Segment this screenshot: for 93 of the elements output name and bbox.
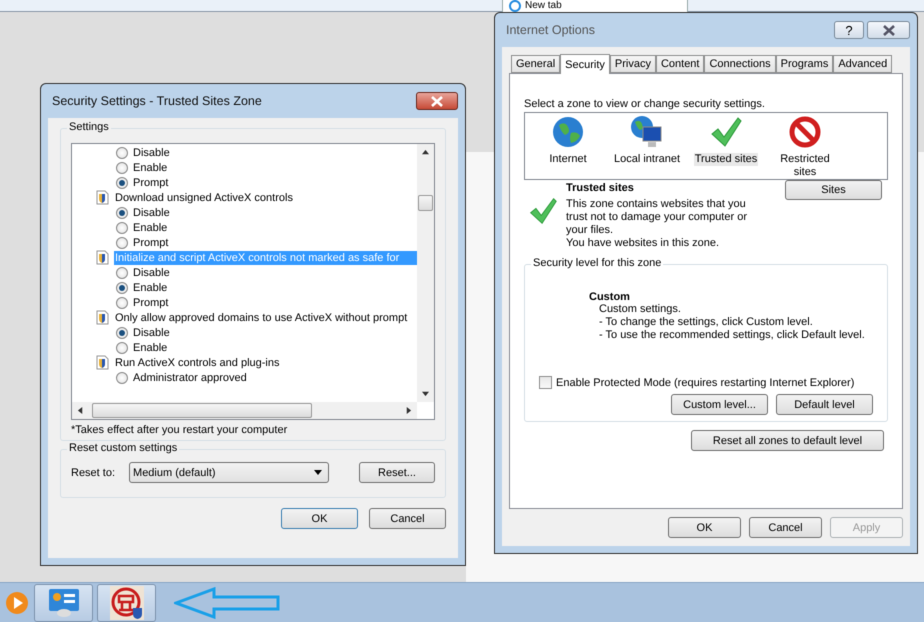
scroll-arrow-icon[interactable]	[77, 407, 84, 414]
shield-document-icon	[96, 355, 109, 370]
tab[interactable]: Advanced	[833, 55, 892, 73]
scroll-arrow-icon[interactable]	[405, 407, 412, 414]
option-label: Prompt	[133, 296, 168, 308]
level-button[interactable]: Default level	[776, 394, 873, 415]
radio-button[interactable]	[116, 146, 128, 158]
dialog-button[interactable]: Cancel	[369, 508, 446, 529]
zone-description: This zone contains websites that you trust not to damage your computer or your files.	[566, 198, 748, 237]
restart-note: *Takes effect after you restart your computer	[71, 424, 288, 436]
level-name: Custom	[589, 291, 630, 303]
window-title: Security Settings - Trusted Sites Zone	[51, 94, 262, 108]
setting-label[interactable]: Run ActiveX controls and plug-ins	[114, 356, 417, 370]
radio-button[interactable]	[116, 236, 128, 248]
radio-button[interactable]	[116, 222, 128, 234]
shield-document-icon	[96, 250, 109, 265]
dialog-button[interactable]: Cancel	[749, 517, 822, 538]
option-label: Prompt	[133, 176, 168, 188]
tab[interactable]: Content	[656, 55, 704, 73]
horizontal-scrollbar[interactable]	[72, 402, 417, 419]
media-player-icon[interactable]	[4, 590, 30, 616]
scrollbar-thumb[interactable]	[418, 195, 433, 211]
close-button[interactable]	[416, 92, 458, 110]
reset-level-dropdown[interactable]: Medium (default)	[129, 462, 330, 483]
option-label: Disable	[133, 326, 170, 338]
caret-icon	[314, 470, 322, 475]
checkbox-label: Enable Protected Mode (requires restarting Internet Explorer)	[556, 376, 854, 388]
zone-status: You have websites in this zone.	[566, 237, 720, 250]
level-button[interactable]: Custom level...	[671, 394, 768, 415]
zone-item[interactable]: Trusted sites	[691, 115, 761, 166]
close-icon	[430, 96, 444, 106]
taskbar-button[interactable]	[34, 584, 93, 622]
reset-button[interactable]: Reset...	[359, 462, 435, 483]
radio-button[interactable]	[116, 372, 128, 384]
option-label: Disable	[133, 206, 170, 218]
scrollbar-thumb[interactable]	[92, 403, 312, 418]
tab[interactable]: Connections	[704, 55, 776, 73]
close-button[interactable]	[867, 21, 910, 39]
option-label: Enable	[133, 342, 168, 354]
radio-button[interactable]	[116, 296, 128, 308]
option-label: Enable	[133, 282, 168, 294]
window-title: Internet Options	[505, 23, 595, 37]
group-label: Security level for this zone	[531, 257, 664, 269]
prohibited-sign-icon	[788, 115, 822, 149]
radio-button[interactable]	[116, 282, 128, 294]
radio-button[interactable]	[116, 162, 128, 174]
option-label: Disable	[133, 146, 170, 158]
reset-to-label: Reset to:	[71, 466, 116, 478]
tab[interactable]: General	[511, 55, 560, 73]
reset-all-button[interactable]: Reset all zones to default level	[691, 430, 884, 451]
level-description: Custom settings.	[598, 303, 682, 316]
zone-item[interactable]: Local intranet	[607, 115, 687, 166]
group-label: Settings	[67, 121, 111, 133]
radio-button[interactable]	[116, 326, 128, 338]
globe-monitor-icon	[630, 115, 664, 149]
zone-prompt: Select a zone to view or change security settings.	[524, 98, 766, 110]
zone-item[interactable]: Restricted sites	[765, 115, 845, 179]
setting-label[interactable]: Only allow approved domains to use ActiveX without prompt	[114, 310, 417, 324]
vertical-scrollbar[interactable]	[417, 144, 434, 402]
option-label: Prompt	[133, 236, 168, 248]
sites-button[interactable]: Sites	[785, 180, 882, 200]
option-label: Administrator approved	[133, 372, 247, 384]
zone-item[interactable]: Internet	[533, 115, 603, 166]
zone-title: Trusted sites	[566, 182, 634, 194]
browser-logo-icon	[509, 0, 521, 12]
shield-document-icon	[96, 310, 109, 325]
tab[interactable]: Security	[560, 54, 610, 74]
setting-label[interactable]: Download unsigned ActiveX controls	[114, 190, 417, 204]
radio-button[interactable]	[116, 206, 128, 218]
scroll-arrow-icon[interactable]	[422, 390, 429, 397]
group-label: Reset custom settings	[67, 442, 180, 454]
dialog-button[interactable]: OK	[668, 517, 741, 538]
radio-button[interactable]	[116, 176, 128, 188]
option-label: Enable	[133, 222, 168, 234]
globe-icon	[551, 115, 585, 149]
scroll-arrow-icon[interactable]	[422, 149, 429, 156]
help-button[interactable]: ?	[834, 21, 864, 39]
radio-button[interactable]	[116, 266, 128, 278]
option-label: Disable	[133, 266, 170, 278]
tab[interactable]: Programs	[776, 55, 834, 73]
radio-button[interactable]	[116, 342, 128, 354]
shield-document-icon	[96, 190, 109, 205]
close-icon	[882, 24, 896, 36]
dialog-button[interactable]: OK	[281, 508, 358, 529]
browser-tab[interactable]: New tab	[502, 0, 688, 13]
level-description: - To change the settings, click Custom level.	[598, 316, 814, 329]
tab[interactable]: Privacy	[610, 55, 656, 73]
level-description: - To use the recommended settings, click Default level.	[598, 329, 866, 342]
taskbar-button[interactable]	[97, 584, 156, 622]
checkbox[interactable]	[539, 376, 552, 389]
checkmark-icon	[528, 196, 558, 226]
checkmark-icon	[709, 115, 743, 149]
option-label: Enable	[133, 162, 168, 174]
